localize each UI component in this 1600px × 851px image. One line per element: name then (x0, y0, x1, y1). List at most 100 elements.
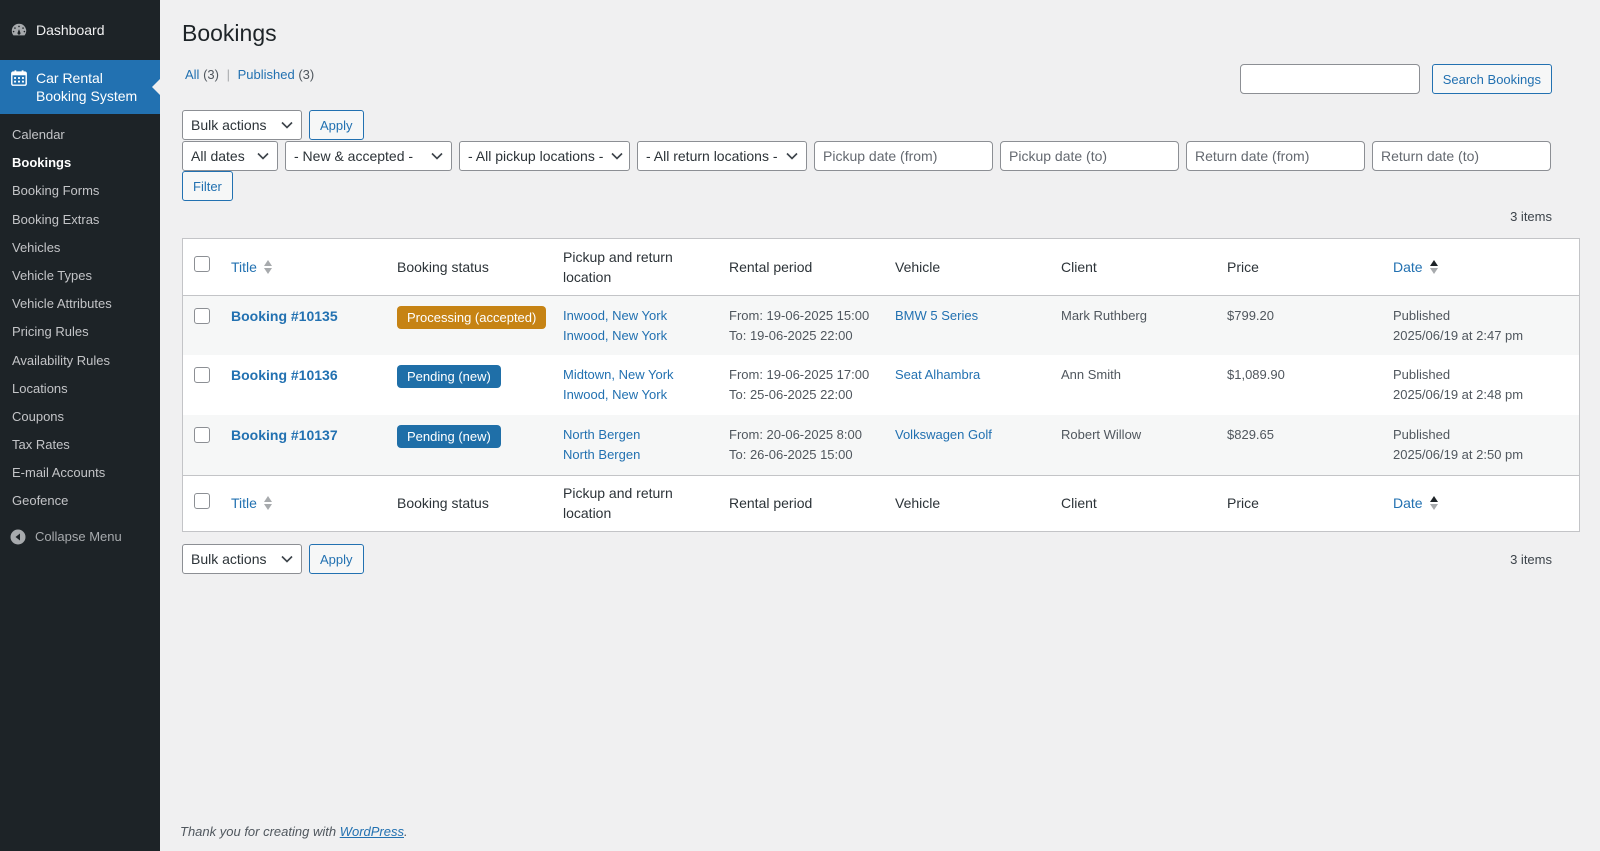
collapse-menu-button[interactable]: Collapse Menu (0, 520, 160, 554)
status-badge: Processing (accepted) (397, 305, 547, 329)
row-checkbox[interactable] (194, 367, 210, 383)
return-location-filter-select[interactable]: - All return locations - (637, 141, 807, 171)
return-location-link[interactable]: Inwood, New York (563, 328, 667, 343)
select-all-checkbox-bottom[interactable] (194, 492, 210, 509)
booking-title-link[interactable]: Booking #10136 (231, 367, 338, 383)
return-location-link[interactable]: North Bergen (563, 447, 640, 462)
pickup-location-filter-select[interactable]: - All pickup locations - (459, 141, 630, 171)
row-checkbox[interactable] (194, 427, 210, 443)
return-date-from-input[interactable]: Return date (from) (1186, 141, 1365, 171)
column-vehicle-footer: Vehicle (895, 495, 941, 512)
sidebar-item-geofence[interactable]: Geofence (0, 487, 160, 515)
column-rental-period-footer: Rental period (729, 495, 813, 512)
search-bookings-button[interactable]: Search Bookings (1431, 64, 1552, 94)
price-value: $1,089.90 (1227, 367, 1285, 382)
dates-filter-select[interactable]: All dates (182, 141, 278, 171)
admin-sidebar: Dashboard Car Rental Booking System Cale… (0, 0, 160, 851)
search-input[interactable] (1239, 64, 1420, 94)
client-name: Robert Willow (1061, 427, 1142, 442)
sort-icon (263, 259, 273, 275)
table-footer-row: Title Booking status Pickup and return l… (183, 475, 1579, 531)
sidebar-item-vehicle-attributes[interactable]: Vehicle Attributes (0, 290, 160, 318)
sidebar-item-vehicle-types[interactable]: Vehicle Types (0, 262, 160, 290)
status-badge: Pending (new) (397, 425, 501, 448)
column-location-footer: Pickup and return location (563, 485, 673, 522)
chevron-down-icon (281, 121, 293, 129)
date-value: 2025/06/19 at 2:50 pm (1393, 447, 1524, 462)
bulk-actions-bottom: Bulk actions Apply (182, 544, 364, 574)
pickup-date-from-input[interactable]: Pickup date (from) (814, 141, 993, 171)
rental-from: From: 20-06-2025 8:00 (729, 427, 862, 442)
vehicle-link[interactable]: Seat Alhambra (895, 367, 980, 382)
bulk-actions-select[interactable]: Bulk actions (182, 110, 302, 140)
view-all-link[interactable]: All (185, 67, 199, 82)
row-checkbox[interactable] (194, 307, 210, 324)
sidebar-item-coupons[interactable]: Coupons (0, 403, 160, 431)
return-location-link[interactable]: Inwood, New York (563, 387, 667, 402)
filter-button[interactable]: Filter (182, 171, 233, 201)
chevron-down-icon (281, 555, 293, 563)
sort-icon (1429, 495, 1439, 511)
price-value: $799.20 (1227, 307, 1274, 323)
view-filters: All (3) | Published (3) (185, 67, 314, 82)
sort-by-title[interactable]: Title (231, 257, 273, 277)
pickup-date-to-input[interactable]: Pickup date (to) (1000, 141, 1179, 171)
booking-title-link[interactable]: Booking #10137 (231, 427, 338, 443)
footer-credit: Thank you for creating with WordPress. (180, 824, 408, 839)
view-published-link[interactable]: Published (238, 67, 295, 82)
items-count-bottom: 3 items (1510, 552, 1552, 567)
collapse-arrow-icon (10, 529, 26, 545)
column-date: Date (1385, 239, 1579, 295)
pickup-location-link[interactable]: North Bergen (563, 427, 640, 442)
bulk-actions-top: Bulk actions Apply (182, 110, 364, 140)
sidebar-item-vehicles[interactable]: Vehicles (0, 234, 160, 262)
collapse-menu-label: Collapse Menu (35, 529, 122, 545)
sidebar-item-locations[interactable]: Locations (0, 375, 160, 403)
table-row: Booking #10135 Processing (accepted) Inw… (183, 295, 1579, 355)
sort-by-date-bottom[interactable]: Date (1393, 493, 1439, 513)
sidebar-item-car-rental[interactable]: Car Rental Booking System (0, 60, 160, 114)
return-date-to-input[interactable]: Return date (to) (1372, 141, 1551, 171)
filter-button-row: Filter (182, 171, 233, 201)
select-all-cell (183, 239, 223, 295)
sidebar-item-dashboard[interactable]: Dashboard (0, 0, 160, 60)
chevron-down-icon (431, 152, 443, 160)
column-booking-status: Booking status (397, 258, 489, 275)
chevron-down-icon (257, 152, 269, 160)
status-filter-select[interactable]: - New & accepted - (285, 141, 452, 171)
select-all-checkbox[interactable] (194, 256, 210, 273)
main-content: Bookings All (3) | Published (3) Search … (160, 0, 1600, 851)
apply-button-bottom[interactable]: Apply (309, 544, 364, 574)
sidebar-item-label: Dashboard (36, 22, 105, 38)
booking-title-link[interactable]: Booking #10135 (231, 308, 338, 324)
wordpress-link[interactable]: WordPress (340, 824, 404, 839)
pickup-location-link[interactable]: Midtown, New York (563, 367, 674, 382)
vehicle-link[interactable]: BMW 5 Series (895, 308, 978, 323)
pickup-location-link[interactable]: Inwood, New York (563, 308, 667, 323)
sidebar-item-email-accounts[interactable]: E-mail Accounts (0, 459, 160, 487)
sidebar-item-booking-forms[interactable]: Booking Forms (0, 177, 160, 205)
column-rental-period: Rental period (729, 258, 813, 275)
sidebar-item-label: Car Rental Booking System (36, 70, 138, 104)
sidebar-item-tax-rates[interactable]: Tax Rates (0, 431, 160, 459)
sidebar-item-pricing-rules[interactable]: Pricing Rules (0, 318, 160, 346)
rental-to: To: 19-06-2025 22:00 (729, 327, 853, 343)
sidebar-item-bookings[interactable]: Bookings (0, 149, 160, 177)
table-header-row: Title Booking status Pickup and return l… (183, 239, 1579, 295)
date-value: 2025/06/19 at 2:47 pm (1393, 327, 1524, 343)
rental-to: To: 25-06-2025 22:00 (729, 387, 853, 402)
vehicle-link[interactable]: Volkswagen Golf (895, 427, 992, 442)
sort-by-title-bottom[interactable]: Title (231, 493, 273, 513)
sidebar-item-calendar[interactable]: Calendar (0, 121, 160, 149)
sidebar-item-booking-extras[interactable]: Booking Extras (0, 206, 160, 234)
date-status: Published (1393, 367, 1451, 382)
sidebar-item-availability-rules[interactable]: Availability Rules (0, 347, 160, 375)
items-count: 3 items (1510, 209, 1552, 224)
price-value: $829.65 (1227, 427, 1274, 442)
sort-by-date[interactable]: Date (1393, 257, 1439, 277)
dashboard-icon (10, 21, 28, 39)
column-client-footer: Client (1061, 495, 1097, 512)
bulk-actions-select-bottom[interactable]: Bulk actions (182, 544, 302, 574)
page-title: Bookings (182, 20, 277, 46)
apply-button[interactable]: Apply (309, 110, 364, 140)
